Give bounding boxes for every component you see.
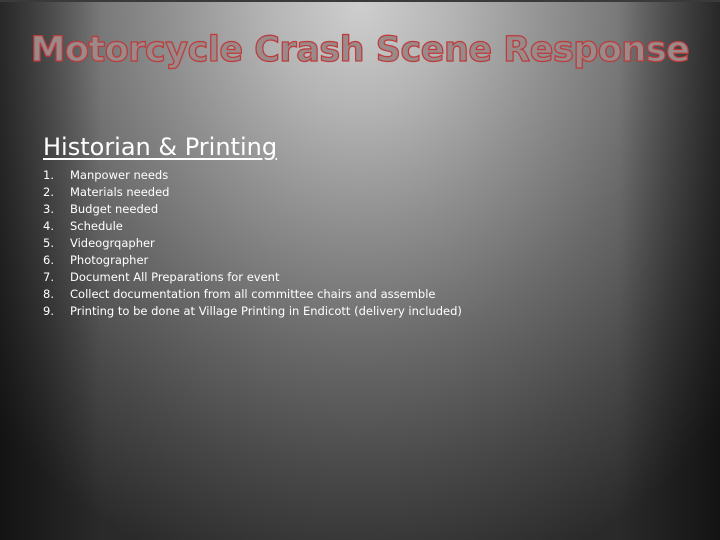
list-item-text: Materials needed	[70, 185, 170, 200]
list-item: 2. Materials needed	[43, 184, 462, 201]
list-item: 7. Document All Preparations for event	[43, 268, 462, 285]
list-item: 8. Collect documentation from all commit…	[43, 285, 462, 302]
slide: Motorcycle Crash Scene Response Historia…	[0, 0, 720, 540]
list-item: 4. Schedule	[43, 218, 462, 235]
list-item-text: Printing to be done at Village Printing …	[70, 303, 462, 318]
list-item-number: 5.	[43, 236, 54, 250]
section-heading: Historian & Printing	[43, 133, 278, 161]
list-item-text: Schedule	[70, 219, 123, 234]
list-item-number: 8.	[43, 286, 54, 301]
list-item-number: 1.	[43, 168, 54, 183]
list-item-number: 2.	[43, 185, 54, 200]
list-item-number: 6.	[43, 252, 54, 267]
list-item-text: Photographer	[70, 252, 149, 267]
list-item-number: 3.	[43, 202, 54, 217]
list-item: 1. Manpower needs	[43, 167, 462, 184]
list-item-number: 4.	[43, 219, 54, 234]
list-item: 6. Photographer	[43, 251, 462, 268]
slide-title: Motorcycle Crash Scene Response	[30, 29, 690, 70]
list-item: 9. Printing to be done at Village Printi…	[43, 302, 462, 319]
list-item-text: Collect documentation from all committee…	[70, 286, 436, 301]
top-edge-divider	[0, 0, 720, 2]
list-item-text: Document All Preparations for event	[70, 269, 280, 284]
list-item-text: Budget needed	[70, 202, 159, 217]
list-item-number: 9.	[43, 303, 54, 318]
list-item-number: 7.	[43, 269, 54, 284]
list-item-text: Videogrqapher	[70, 236, 155, 250]
list-item-text: Manpower needs	[70, 168, 169, 183]
task-list: 1. Manpower needs 2. Materials needed 3.…	[43, 167, 462, 319]
list-item: 5. Videogrqapher	[43, 235, 462, 252]
list-item: 3. Budget needed	[43, 201, 462, 218]
